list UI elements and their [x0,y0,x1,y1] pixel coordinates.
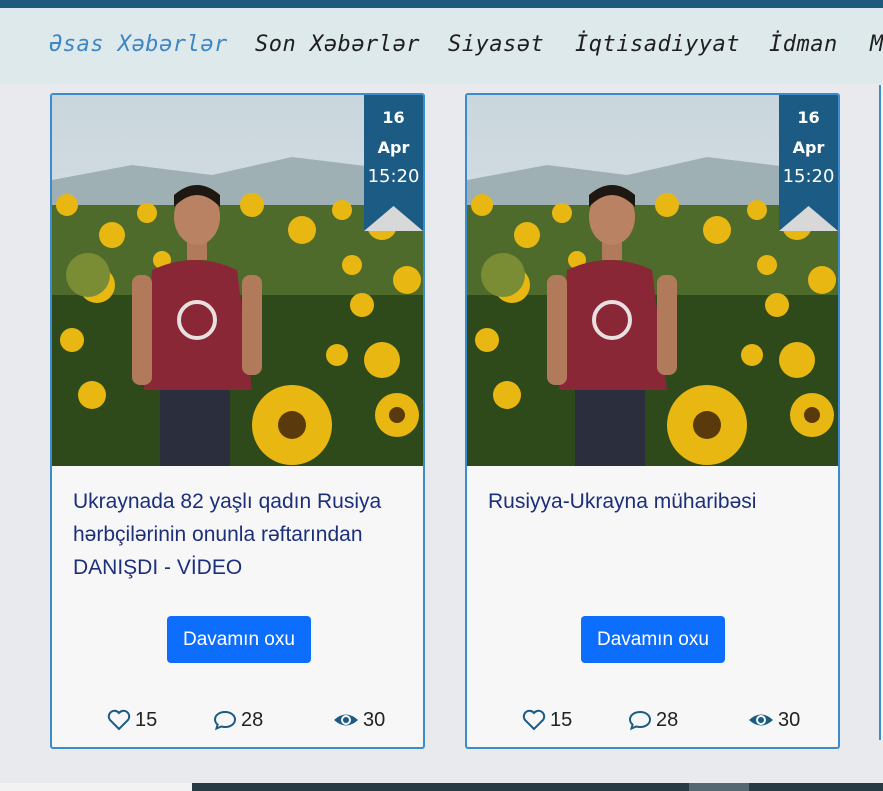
nav-item-son-xeberler[interactable]: Son Xəbərlər [255,32,420,57]
date-badge: 16 Apr 15:20 [364,95,423,231]
category-nav: Əsas Xəbərlər Son Xəbərlər Siyasət İqtis… [0,8,883,84]
news-card: 16 Apr 15:20 Rusiyya-Ukrayna müharibəsi … [465,93,840,749]
eye-icon [334,714,358,726]
views-stat: 30 [748,708,808,734]
top-accent-bar [0,0,883,8]
views-count: 30 [778,709,801,731]
date-month: Apr [792,138,825,157]
read-more-button[interactable]: Davamın oxu [581,616,725,663]
date-time: 15:20 [782,166,835,187]
nav-item-more[interactable]: M [870,32,883,57]
bottom-band-mid [689,783,749,791]
comment-count: 28 [656,709,679,731]
eye-icon [749,714,773,726]
comment-count: 28 [241,709,264,731]
news-title[interactable]: Rusiyya-Ukrayna müharibəsi [488,485,828,518]
news-card: 16 Apr 15:20 Ukraynada 82 yaşlı qadın Ru… [50,93,425,749]
heart-icon[interactable] [107,709,131,731]
nav-item-siyaset[interactable]: Siyasət [448,32,544,57]
date-month: Apr [377,138,410,157]
news-title[interactable]: Ukraynada 82 yaşlı qadın Rusiya hərbçilə… [73,485,413,584]
date-badge: 16 Apr 15:20 [779,95,838,231]
nav-item-iqtisadiyyat[interactable]: İqtisadiyyat [575,32,740,57]
comment-icon[interactable] [213,709,237,731]
badge-notch [364,206,423,231]
date-time: 15:20 [367,166,420,187]
nav-item-idman[interactable]: İdman [769,32,838,57]
next-card-edge [879,85,883,740]
date-day: 16 [382,108,405,127]
bottom-band-light [0,783,192,791]
comment-stat[interactable]: 28 [628,708,688,734]
comment-icon[interactable] [628,709,652,731]
bottom-band [0,783,883,791]
like-stat[interactable]: 15 [522,708,582,734]
comment-stat[interactable]: 28 [213,708,273,734]
heart-icon[interactable] [522,709,546,731]
read-more-button[interactable]: Davamın oxu [167,616,311,663]
like-count: 15 [135,709,158,731]
badge-notch [779,206,838,231]
date-day: 16 [797,108,820,127]
like-count: 15 [550,709,573,731]
nav-item-esas-xeberler[interactable]: Əsas Xəbərlər [49,32,228,57]
like-stat[interactable]: 15 [107,708,167,734]
views-count: 30 [363,709,386,731]
views-stat: 30 [333,708,393,734]
